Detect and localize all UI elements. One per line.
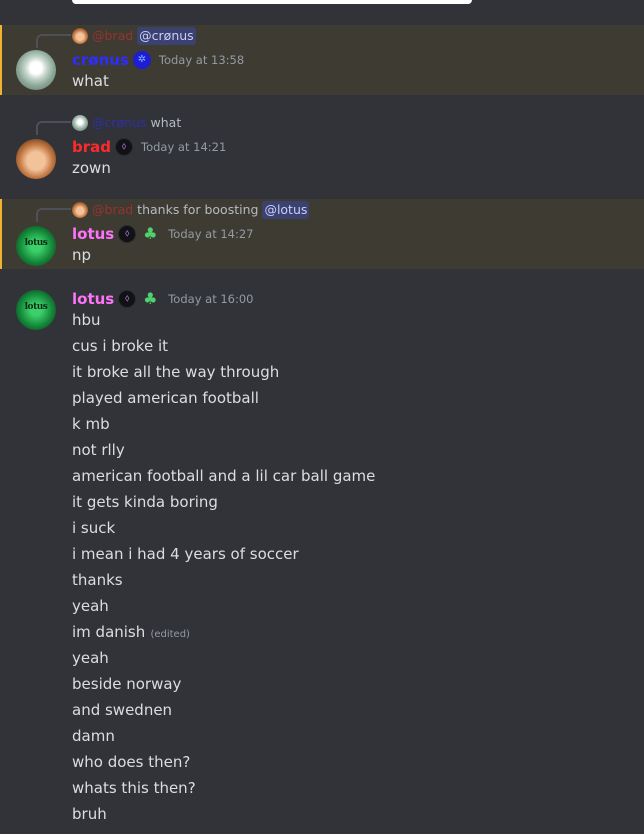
message-line[interactable]: not rlly [72, 440, 125, 460]
reply-text: thanks for boosting [137, 202, 259, 217]
message-line[interactable]: whats this then? [72, 778, 196, 798]
message-content: what [72, 72, 109, 90]
reply-spine [36, 208, 71, 222]
timestamp[interactable]: Today at 14:27 [168, 227, 253, 241]
reply-author[interactable]: @brad [92, 201, 133, 219]
reply-mention[interactable]: @lotus [262, 201, 310, 219]
message-line[interactable]: im danish (edited) [72, 622, 190, 645]
message-line[interactable]: who does then? [72, 752, 190, 772]
username[interactable]: lotus [72, 290, 114, 308]
message-header: lotus ⬨ ♣ Today at 14:27 [72, 223, 254, 245]
reply-preview[interactable]: @brad thanks for boosting @lotus [72, 201, 310, 219]
avatar-text: lotus [24, 302, 48, 312]
avatar[interactable] [16, 50, 56, 90]
message-content: np [72, 246, 92, 264]
reply-avatar [72, 115, 88, 131]
role-icon[interactable]: ♣ [140, 225, 160, 243]
message-line[interactable]: it broke all the way through [72, 362, 279, 382]
avatar[interactable]: lotus [16, 226, 56, 266]
message-line[interactable]: yeah [72, 596, 109, 616]
message-line[interactable]: beside norway [72, 674, 181, 694]
reply-avatar [72, 202, 88, 218]
message-header: lotus ⬨ ♣ Today at 16:00 [72, 288, 254, 310]
username[interactable]: lotus [72, 225, 114, 243]
server-boost-icon[interactable]: ⬨ [115, 138, 133, 156]
message-lotus-group[interactable]: lotus lotus ⬨ ♣ Today at 16:00 hbu cus i … [0, 286, 644, 834]
message-input-edge [72, 0, 472, 4]
message-header: brad ⬨ Today at 14:21 [72, 136, 226, 158]
reply-mention[interactable]: @crønus [137, 27, 196, 45]
timestamp[interactable]: Today at 14:21 [141, 140, 226, 154]
server-boost-icon[interactable]: ⬨ [118, 225, 137, 243]
role-icon[interactable]: ♣ [140, 290, 160, 308]
message-brad[interactable]: @crønus what brad ⬨ Today at 14:21 zown [0, 112, 644, 182]
message-line[interactable]: american football and a lil car ball gam… [72, 466, 375, 486]
reply-avatar [72, 28, 88, 44]
server-tag-icon[interactable]: ✲ [132, 51, 151, 69]
reply-author[interactable]: @brad [92, 27, 133, 45]
message-line[interactable]: it gets kinda boring [72, 492, 218, 512]
message-line[interactable]: played american football [72, 388, 259, 408]
avatar[interactable] [16, 139, 56, 179]
username[interactable]: crønus [72, 51, 129, 69]
message-line[interactable]: and swednen [72, 700, 172, 720]
message-line[interactable]: hbu [72, 310, 101, 330]
message-line[interactable]: damn [72, 726, 115, 746]
reply-preview[interactable]: @crønus what [72, 114, 181, 132]
reply-author[interactable]: @crønus [92, 114, 147, 132]
reply-spine [36, 121, 71, 135]
message-line[interactable]: bruh [72, 804, 107, 824]
reply-text: what [150, 115, 182, 130]
avatar-text: lotus [24, 238, 48, 248]
edited-label: (edited) [147, 629, 190, 640]
avatar[interactable]: lotus [16, 290, 56, 330]
reply-preview[interactable]: @brad @crønus [72, 27, 196, 45]
message-line[interactable]: i mean i had 4 years of soccer [72, 544, 299, 564]
message-line[interactable]: i suck [72, 518, 115, 538]
timestamp[interactable]: Today at 13:58 [159, 53, 244, 67]
timestamp[interactable]: Today at 16:00 [168, 292, 253, 306]
message-cronus[interactable]: @brad @crønus crønus ✲ Today at 13:58 wh… [0, 25, 644, 95]
message-line[interactable]: thanks [72, 570, 123, 590]
message-content: zown [72, 159, 111, 177]
message-lotus-reply[interactable]: @brad thanks for boosting @lotus lotus l… [0, 199, 644, 269]
message-header: crønus ✲ Today at 13:58 [72, 49, 244, 71]
message-line[interactable]: k mb [72, 414, 110, 434]
server-boost-icon[interactable]: ⬨ [118, 290, 137, 308]
username[interactable]: brad [72, 138, 111, 156]
message-line[interactable]: cus i broke it [72, 336, 168, 356]
reply-spine [36, 34, 71, 48]
message-line[interactable]: yeah [72, 648, 109, 668]
